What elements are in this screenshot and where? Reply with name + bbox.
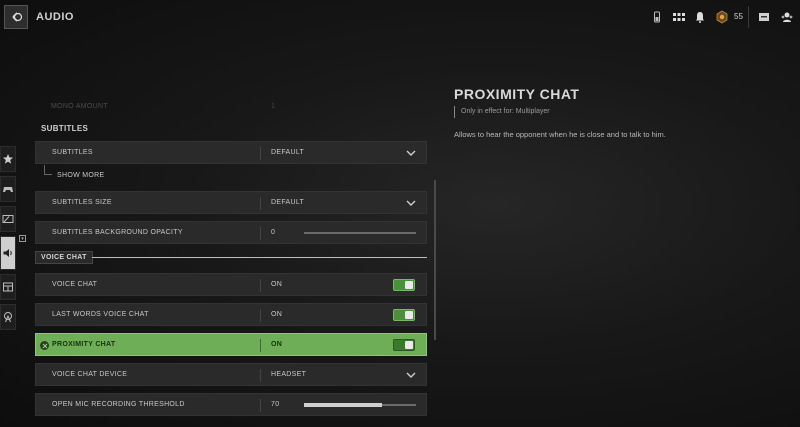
new-badge-icon: ▾ xyxy=(19,235,26,242)
rail-item-audio[interactable] xyxy=(0,236,16,270)
rail-item-interface[interactable] xyxy=(0,274,16,300)
opacity-slider[interactable] xyxy=(304,232,416,234)
row-divider xyxy=(260,339,261,352)
audio-settings-list: MONO AMOUNT 1 SUBTITLES SUBTITLES DEFAUL… xyxy=(35,96,427,423)
section-title-voice-chat: VOICE CHAT xyxy=(35,251,93,264)
chevron-down-icon xyxy=(406,200,416,206)
chevron-down-icon xyxy=(406,150,416,156)
grid-menu-icon[interactable] xyxy=(672,8,686,26)
chevron-down-icon xyxy=(406,372,416,378)
faded-setting-row: MONO AMOUNT 1 xyxy=(35,96,427,116)
detail-note: Only in effect for: Multiplayer xyxy=(454,106,784,118)
faded-setting-label: MONO AMOUNT xyxy=(51,102,108,110)
setting-subtitles-background-opacity[interactable]: SUBTITLES BACKGROUND OPACITY 0 xyxy=(35,221,427,244)
threshold-slider[interactable] xyxy=(304,403,416,407)
setting-open-mic-threshold[interactable]: OPEN MIC RECORDING THRESHOLD 70 xyxy=(35,393,427,416)
setting-voice-chat[interactable]: VOICE CHAT ON xyxy=(35,273,427,296)
voice-chat-toggle[interactable] xyxy=(393,279,415,291)
row-divider xyxy=(260,309,261,322)
setting-voice-chat-device[interactable]: VOICE CHAT DEVICE HEADSET xyxy=(35,363,427,386)
setting-value: ON xyxy=(271,341,283,348)
setting-proximity-chat[interactable]: PROXIMITY CHAT ON xyxy=(35,333,427,356)
friends-icon[interactable] xyxy=(780,8,794,26)
setting-label: VOICE CHAT DEVICE xyxy=(52,371,128,378)
setting-last-words-voice-chat[interactable]: LAST WORDS VOICE CHAT ON xyxy=(35,303,427,326)
row-divider xyxy=(260,279,261,292)
setting-label: PROXIMITY CHAT xyxy=(52,341,116,348)
store-icon[interactable] xyxy=(757,8,771,26)
show-more-label: SHOW MORE xyxy=(57,172,105,179)
list-scrollbar[interactable] xyxy=(434,180,436,340)
star-icon xyxy=(3,154,13,164)
notification-bell-icon[interactable] xyxy=(693,8,707,26)
rail-item-graphics[interactable] xyxy=(0,206,16,232)
rail-item-controller[interactable] xyxy=(0,176,16,202)
setting-value: ON xyxy=(271,281,283,288)
setting-subtitles-size[interactable]: SUBTITLES SIZE DEFAULT xyxy=(35,191,427,214)
section-title-subtitles: SUBTITLES xyxy=(41,124,89,133)
interface-icon xyxy=(3,282,13,292)
setting-subtitles[interactable]: SUBTITLES DEFAULT xyxy=(35,141,427,164)
tree-elbow-icon xyxy=(44,165,52,175)
rail-item-account[interactable] xyxy=(0,304,16,330)
row-divider xyxy=(260,197,261,210)
row-divider xyxy=(260,227,261,240)
rank-emblem-icon xyxy=(715,8,729,26)
settings-category-rail xyxy=(0,146,18,334)
row-divider xyxy=(260,147,261,160)
top-divider xyxy=(748,6,749,28)
toggle-knob xyxy=(405,341,413,349)
player-level: 55 xyxy=(734,12,743,21)
setting-label: OPEN MIC RECORDING THRESHOLD xyxy=(52,401,185,408)
toggle-knob xyxy=(405,281,413,289)
top-bar: AUDIO 55 xyxy=(0,0,800,34)
setting-label: SUBTITLES BACKGROUND OPACITY xyxy=(52,229,183,236)
setting-value: 70 xyxy=(271,401,280,408)
detail-description: Allows to hear the opponent when he is c… xyxy=(454,130,666,139)
setting-value: DEFAULT xyxy=(271,149,305,156)
setting-value: HEADSET xyxy=(271,371,307,378)
row-divider xyxy=(260,399,261,412)
back-button[interactable] xyxy=(4,5,28,29)
toggle-knob xyxy=(405,311,413,319)
section-rule xyxy=(92,257,427,258)
section-header-voice-chat: VOICE CHAT xyxy=(35,251,427,265)
back-icon xyxy=(12,12,23,22)
select-button-icon xyxy=(40,341,49,350)
setting-value: DEFAULT xyxy=(271,199,305,206)
display-icon xyxy=(2,215,14,223)
proximity-chat-toggle[interactable] xyxy=(393,339,415,351)
setting-label: SUBTITLES xyxy=(52,149,93,156)
setting-value: ON xyxy=(271,311,283,318)
setting-label: VOICE CHAT xyxy=(52,281,98,288)
setting-label: SUBTITLES SIZE xyxy=(52,199,112,206)
setting-label: LAST WORDS VOICE CHAT xyxy=(52,311,149,318)
rail-item-favorites[interactable] xyxy=(0,146,16,172)
setting-detail-panel: PROXIMITY CHAT Only in effect for: Multi… xyxy=(454,86,784,139)
speaker-icon xyxy=(3,249,12,257)
detail-title: PROXIMITY CHAT xyxy=(454,86,580,102)
row-divider xyxy=(260,369,261,382)
controller-icon xyxy=(3,187,13,192)
last-words-toggle[interactable] xyxy=(393,309,415,321)
page-title: AUDIO xyxy=(36,11,74,23)
faded-setting-value: 1 xyxy=(271,102,276,110)
slider-fill xyxy=(304,403,383,407)
show-more-link[interactable]: SHOW MORE xyxy=(35,165,427,185)
setting-value: 0 xyxy=(271,229,276,236)
network-icon xyxy=(4,312,12,323)
battery-icon xyxy=(650,8,664,26)
